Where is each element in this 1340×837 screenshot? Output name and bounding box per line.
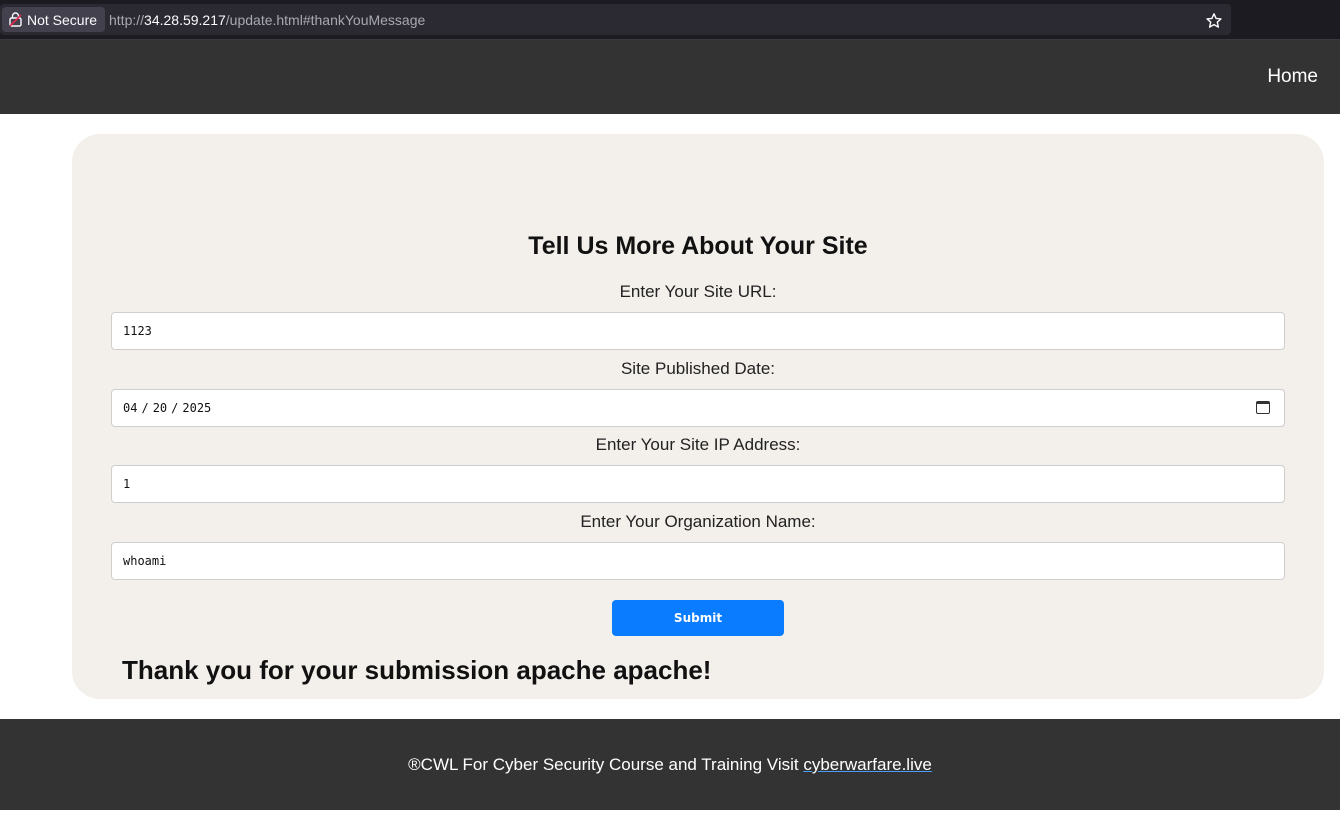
footer-text: ®CWL For Cyber Security Course and Train… — [0, 755, 1340, 775]
ip-address-value: 1 — [123, 477, 131, 491]
site-form-card: Tell Us More About Your Site Enter Your … — [72, 134, 1324, 699]
site-footer: ®CWL For Cyber Security Course and Train… — [0, 719, 1340, 810]
url-scheme: http:// — [109, 12, 145, 28]
published-date-input[interactable]: 04 / 20 / 2025 — [111, 389, 1285, 427]
site-url-label: Enter Your Site URL: — [619, 282, 777, 301]
url-text[interactable]: http://34.28.59.217/update.html#thankYou… — [109, 12, 425, 28]
site-navbar: Home — [0, 40, 1340, 114]
date-separator: / — [141, 401, 149, 415]
date-label: Site Published Date: — [620, 359, 776, 378]
date-separator: / — [171, 401, 179, 415]
calendar-icon[interactable] — [1256, 401, 1270, 414]
ip-label: Enter Your Site IP Address: — [595, 435, 801, 454]
lock-warning-icon — [9, 12, 22, 27]
submit-button[interactable]: Submit — [612, 600, 784, 636]
site-url-value: 1123 — [123, 324, 152, 338]
organization-input[interactable]: whoami — [111, 542, 1285, 580]
organization-value: whoami — [123, 554, 167, 568]
footer-copy: ®CWL For Cyber Security Course and Train… — [408, 755, 804, 774]
nav-home-link[interactable]: Home — [1267, 66, 1318, 88]
date-year[interactable]: 2025 — [182, 401, 211, 415]
form-title: Tell Us More About Your Site — [528, 232, 868, 260]
date-month[interactable]: 04 — [123, 401, 137, 415]
url-host: 34.28.59.217 — [144, 12, 226, 28]
thank-you-message: Thank you for your submission apache apa… — [122, 655, 712, 685]
star-bookmark-icon[interactable] — [1205, 12, 1223, 30]
url-path: /update.html#thankYouMessage — [225, 12, 426, 28]
date-day[interactable]: 20 — [153, 401, 167, 415]
security-indicator[interactable]: Not Secure — [2, 7, 106, 32]
site-url-input[interactable]: 1123 — [111, 312, 1285, 350]
ip-address-input[interactable]: 1 — [111, 465, 1285, 503]
browser-toolbar: Not Secure http://34.28.59.217/update.ht… — [0, 0, 1340, 40]
security-label: Not Secure — [27, 11, 98, 28]
footer-link[interactable]: cyberwarfare.live — [803, 755, 932, 774]
address-bar[interactable]: Not Secure http://34.28.59.217/update.ht… — [0, 4, 1231, 35]
org-label: Enter Your Organization Name: — [580, 512, 816, 531]
